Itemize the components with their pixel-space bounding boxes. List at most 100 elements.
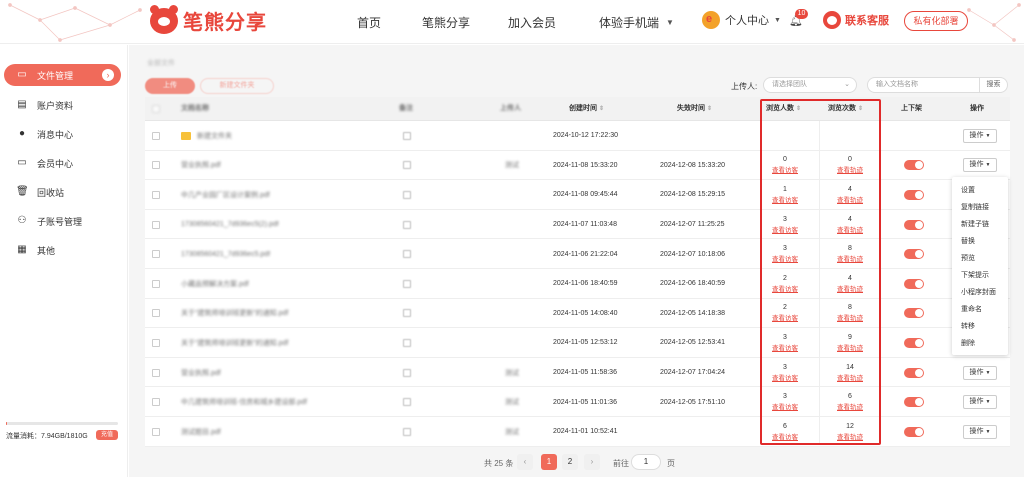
- col-expires[interactable]: 失效时间 ⇕: [677, 97, 712, 121]
- menu-item-rename[interactable]: 重命名: [961, 304, 982, 314]
- row-checkbox[interactable]: [152, 338, 160, 347]
- shelf-toggle[interactable]: [904, 367, 924, 378]
- shelf-toggle[interactable]: [904, 426, 924, 437]
- sidebar-item-messages[interactable]: ● 消息中心: [14, 123, 120, 145]
- menu-item-replace[interactable]: 替换: [961, 236, 975, 246]
- shelf-toggle[interactable]: [904, 308, 924, 319]
- row-checkbox[interactable]: [152, 250, 160, 259]
- row-checkbox[interactable]: [152, 398, 160, 407]
- operation-button[interactable]: 操作 ▼: [963, 128, 997, 143]
- shelf-toggle[interactable]: [904, 219, 924, 230]
- edit-remark-icon[interactable]: [403, 398, 411, 407]
- sidebar-item-membership[interactable]: ▭ 会员中心: [14, 152, 120, 174]
- edit-remark-icon[interactable]: [403, 309, 411, 318]
- org-chart-icon: ⚇: [17, 215, 27, 226]
- document-name[interactable]: 营业执照.pdf: [181, 160, 221, 170]
- sidebar-item-file-management[interactable]: ▭ 文件管理 ›: [4, 64, 121, 86]
- document-name[interactable]: 17308560421_7d936ec5.pdf: [181, 251, 270, 258]
- row-checkbox[interactable]: [152, 368, 160, 377]
- document-name[interactable]: 17308560421_7d936ec5(2).pdf: [181, 221, 279, 228]
- recharge-button[interactable]: 充值: [96, 430, 118, 440]
- sidebar-item-subaccounts[interactable]: ⚇ 子账号管理: [14, 210, 120, 232]
- prev-page-button[interactable]: ‹: [517, 454, 533, 470]
- remark-cell: [403, 358, 411, 388]
- menu-item-new-sublink[interactable]: 新建子链: [961, 219, 989, 229]
- shelf-toggle[interactable]: [904, 249, 924, 260]
- uploader-select[interactable]: 请选择团队 ⌄: [763, 77, 857, 93]
- edit-remark-icon[interactable]: [403, 131, 411, 140]
- row-checkbox[interactable]: [152, 279, 160, 288]
- document-name[interactable]: 营业执照.pdf: [181, 368, 221, 378]
- remark-cell: [403, 121, 411, 151]
- shelf-toggle[interactable]: [904, 337, 924, 348]
- shelf-toggle[interactable]: [904, 160, 924, 171]
- menu-item-miniprogram-cover[interactable]: 小程序封面: [961, 287, 996, 297]
- document-name[interactable]: 测试题目.pdf: [181, 427, 221, 437]
- col-created[interactable]: 创建时间 ⇕: [569, 97, 604, 121]
- row-checkbox[interactable]: [152, 220, 160, 229]
- row-checkbox[interactable]: [152, 190, 160, 199]
- edit-remark-icon[interactable]: [403, 190, 411, 199]
- next-page-button[interactable]: ›: [584, 454, 600, 470]
- menu-item-settings[interactable]: 设置: [961, 185, 975, 195]
- edit-remark-icon[interactable]: [403, 279, 411, 288]
- customer-service-link[interactable]: 联系客服: [823, 11, 889, 29]
- edit-remark-icon[interactable]: [403, 161, 411, 170]
- row-checkbox[interactable]: [152, 427, 160, 436]
- nav-membership[interactable]: 加入会员: [508, 14, 556, 31]
- breadcrumb[interactable]: 全部文件: [147, 58, 175, 68]
- page-button-1[interactable]: 1: [541, 454, 557, 470]
- shelf-toggle[interactable]: [904, 397, 924, 408]
- created-time: 2024-11-01 10:52:41: [553, 428, 618, 436]
- page-button-2[interactable]: 2: [562, 454, 578, 470]
- row-checkbox[interactable]: [152, 131, 160, 140]
- new-folder-button[interactable]: 新建文件夹: [200, 78, 274, 94]
- document-name[interactable]: 新建文件夹: [197, 131, 232, 141]
- expires-time: 2024-12-08 15:33:20: [660, 161, 725, 169]
- select-all-checkbox[interactable]: [152, 105, 160, 113]
- operation-button[interactable]: 操作 ▼: [963, 395, 997, 410]
- menu-item-unshelf-notice[interactable]: 下架提示: [961, 270, 989, 280]
- nav-home[interactable]: 首页: [357, 14, 381, 31]
- private-deploy-button[interactable]: 私有化部署: [904, 11, 968, 31]
- document-name[interactable]: 中几建筑师培训班-住房和城乡建设部.pdf: [181, 397, 307, 407]
- document-name[interactable]: 关于“建筑师培训班更新”的通知.pdf: [181, 338, 288, 348]
- operation-button[interactable]: 操作 ▼: [963, 158, 997, 173]
- col-created-label: 创建时间: [569, 105, 597, 112]
- menu-item-preview[interactable]: 预览: [961, 253, 975, 263]
- edit-remark-icon[interactable]: [403, 338, 411, 347]
- expires-cell: 2024-12-06 18:40:59: [660, 269, 725, 299]
- highlight-box: [760, 99, 881, 445]
- shelf-toggle[interactable]: [904, 278, 924, 289]
- sidebar-item-account[interactable]: ▤ 账户资料: [14, 94, 120, 116]
- row-checkbox[interactable]: [152, 309, 160, 318]
- document-name[interactable]: 小藏品预解决方案.pdf: [181, 279, 249, 289]
- sidebar-item-other[interactable]: ▦ 其他: [14, 239, 120, 261]
- document-search-input[interactable]: 输入文档名称 搜索: [867, 77, 1008, 93]
- brand-logo[interactable]: 笔熊分享: [150, 4, 267, 35]
- user-center-menu[interactable]: e 个人中心 ▼: [702, 11, 781, 29]
- document-name[interactable]: 中几产业园厂区设计案例.pdf: [181, 190, 270, 200]
- shelf-toggle[interactable]: [904, 189, 924, 200]
- operation-button[interactable]: 操作 ▼: [963, 365, 997, 380]
- menu-item-delete[interactable]: 删除: [961, 338, 975, 348]
- operation-button[interactable]: 操作 ▼: [963, 424, 997, 439]
- upload-button[interactable]: 上传: [145, 78, 195, 94]
- edit-remark-icon[interactable]: [403, 427, 411, 436]
- edit-remark-icon[interactable]: [403, 368, 411, 377]
- ops-cell: 操作 ▼: [963, 417, 997, 447]
- goto-page-input[interactable]: 1: [631, 454, 661, 470]
- document-name[interactable]: 关于“建筑师培训班更新”的通知.pdf: [181, 308, 288, 318]
- edit-remark-icon[interactable]: [403, 220, 411, 229]
- nav-mobile[interactable]: 体验手机端 ▼: [599, 14, 674, 31]
- nav-share[interactable]: 笔熊分享: [422, 14, 470, 31]
- menu-item-transfer[interactable]: 转移: [961, 321, 975, 331]
- operation-label: 操作: [969, 131, 984, 139]
- caret-down-icon: ▼: [985, 399, 991, 406]
- edit-remark-icon[interactable]: [403, 250, 411, 259]
- created-cell: 2024-11-07 11:03:48: [553, 210, 617, 240]
- sidebar-item-recycle-bin[interactable]: 🗑︎ 回收站: [14, 181, 120, 203]
- row-checkbox[interactable]: [152, 161, 160, 170]
- menu-item-copy-link[interactable]: 复制链接: [961, 202, 989, 212]
- search-button[interactable]: 搜索: [979, 78, 1007, 92]
